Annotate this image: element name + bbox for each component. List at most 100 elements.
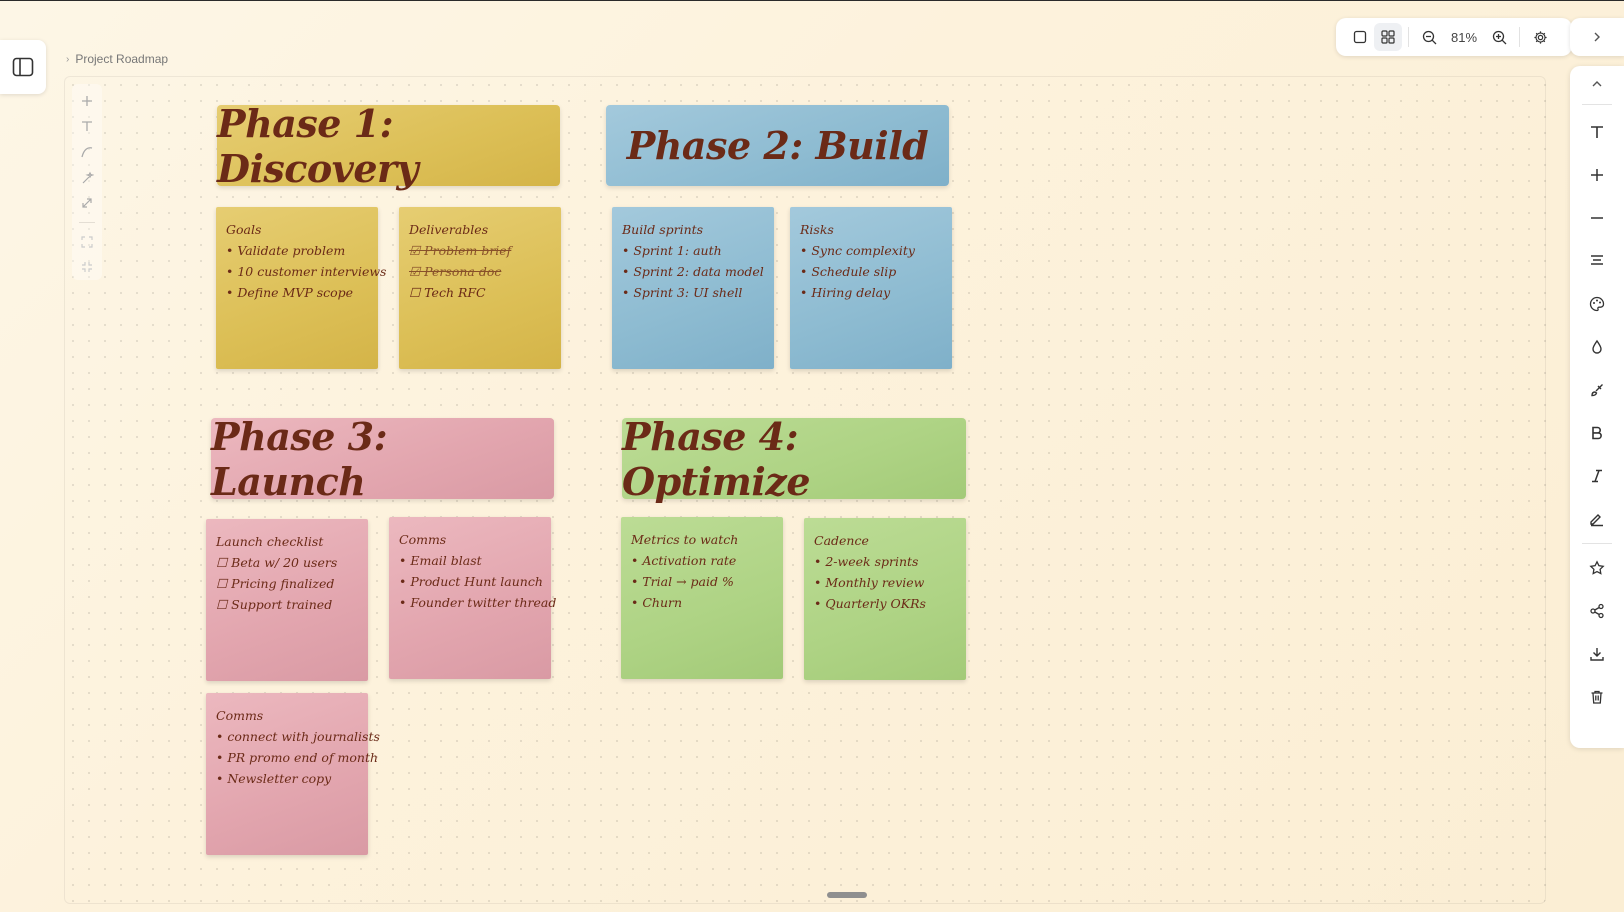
signature-button[interactable] bbox=[1579, 501, 1615, 537]
note-title: Launch checklist bbox=[216, 534, 324, 549]
phase1-header[interactable]: Phase 1: Discovery bbox=[217, 101, 560, 191]
magic-wand-icon[interactable] bbox=[76, 167, 98, 189]
note-item: • Product Hunt launch bbox=[399, 574, 543, 589]
settings-button[interactable] bbox=[1526, 23, 1554, 51]
trash-icon bbox=[1589, 689, 1605, 705]
phase3-title: Phase 3: Launch bbox=[211, 413, 388, 504]
fit-screen-icon[interactable] bbox=[76, 231, 98, 253]
breadcrumb[interactable]: › Project Roadmap bbox=[66, 52, 168, 66]
decrease-size-button[interactable] bbox=[1579, 200, 1615, 236]
phase2-header[interactable]: Phase 2: Build bbox=[606, 105, 949, 186]
toolbar-divider bbox=[1408, 27, 1409, 47]
note-item: • Sprint 1: auth bbox=[622, 243, 722, 258]
note-item: • Trial → paid % bbox=[631, 574, 734, 589]
favorite-button[interactable] bbox=[1579, 550, 1615, 586]
note-item: • Founder twitter thread bbox=[399, 595, 557, 610]
chevron-right-icon: › bbox=[66, 53, 70, 65]
breadcrumb-label: Project Roadmap bbox=[75, 52, 169, 66]
checklist-item[interactable]: ☐ Beta w/ 20 users bbox=[216, 552, 358, 573]
expand-icon[interactable] bbox=[76, 192, 98, 214]
note-title: Risks bbox=[800, 222, 834, 237]
brush-icon bbox=[1589, 382, 1605, 398]
download-button[interactable] bbox=[1579, 636, 1615, 672]
phase3-header[interactable]: Phase 3: Launch bbox=[211, 414, 554, 504]
sidebar-toggle-button[interactable] bbox=[0, 40, 46, 94]
star-icon bbox=[1589, 560, 1605, 576]
single-view-button[interactable] bbox=[1346, 23, 1374, 51]
plus-icon bbox=[1589, 167, 1605, 183]
goals-note[interactable]: Goals • Validate problem • 10 customer i… bbox=[216, 207, 387, 369]
risks-note[interactable]: Risks • Sync complexity • Schedule slip … bbox=[790, 207, 952, 369]
launch-checklist-note[interactable]: Launch checklist ☐ Beta w/ 20 users ☐ Pr… bbox=[206, 519, 368, 681]
note-item: • Monthly review bbox=[814, 575, 925, 590]
checklist-item[interactable]: ☐ Support trained bbox=[216, 594, 358, 615]
note-title: Cadence bbox=[814, 533, 869, 548]
pen-curve-icon[interactable] bbox=[76, 141, 98, 163]
window-top-border bbox=[0, 0, 1624, 1]
note-item: • Sprint 2: data model bbox=[622, 264, 764, 279]
zoom-in-icon bbox=[1492, 30, 1507, 45]
fill-button[interactable] bbox=[1579, 329, 1615, 365]
align-button[interactable] bbox=[1579, 243, 1615, 279]
note-title: Build sprints bbox=[622, 222, 704, 237]
deliverables-note[interactable]: Deliverables ☑ Problem brief ☑ Persona d… bbox=[399, 207, 561, 369]
note-item: • PR promo end of month bbox=[216, 750, 379, 765]
toolbar-divider bbox=[1582, 104, 1612, 105]
checklist-item-done[interactable]: ☑ Problem brief bbox=[409, 240, 551, 261]
note-item: • Hiring delay bbox=[800, 285, 891, 300]
square-icon bbox=[1353, 30, 1367, 44]
text-tool-button[interactable] bbox=[1579, 114, 1615, 150]
note-title: Comms bbox=[399, 532, 447, 547]
cadence-note[interactable]: Cadence • 2-week sprints • Monthly revie… bbox=[804, 518, 966, 680]
comms-note-2[interactable]: Comms • connect with journalists • PR pr… bbox=[206, 693, 380, 855]
italic-button[interactable] bbox=[1579, 458, 1615, 494]
download-icon bbox=[1589, 646, 1605, 662]
build-sprints-note[interactable]: Build sprints • Sprint 1: auth • Sprint … bbox=[612, 207, 774, 369]
share-icon bbox=[1589, 603, 1605, 619]
checklist-item-done[interactable]: ☑ Persona doc bbox=[409, 261, 551, 282]
share-button[interactable] bbox=[1579, 593, 1615, 629]
phase4-header[interactable]: Phase 4: Optimize bbox=[622, 414, 966, 504]
note-item: • Schedule slip bbox=[800, 264, 897, 279]
plus-icon[interactable] bbox=[76, 90, 98, 112]
zoom-level: 81% bbox=[1450, 29, 1478, 45]
grid-view-button[interactable] bbox=[1374, 23, 1402, 51]
brush-button[interactable] bbox=[1579, 372, 1615, 408]
tool-divider bbox=[79, 221, 95, 223]
metrics-note[interactable]: Metrics to watch • Activation rate • Tri… bbox=[621, 517, 783, 679]
view-toolbar: 81% bbox=[1336, 18, 1572, 56]
toolbar-divider bbox=[1582, 543, 1612, 544]
italic-icon bbox=[1589, 468, 1605, 484]
note-title: Comms bbox=[216, 708, 264, 723]
canvas-tool-palette bbox=[72, 84, 102, 280]
color-palette-button[interactable] bbox=[1579, 286, 1615, 322]
zoom-out-button[interactable] bbox=[1415, 23, 1443, 51]
bold-icon bbox=[1589, 425, 1605, 441]
bold-button[interactable] bbox=[1579, 415, 1615, 451]
note-item: • Newsletter copy bbox=[216, 771, 332, 786]
note-item: • 10 customer interviews bbox=[226, 264, 387, 279]
shrink-icon[interactable] bbox=[76, 256, 98, 278]
note-item: • 2-week sprints bbox=[814, 554, 919, 569]
checklist-item[interactable]: ☐ Tech RFC bbox=[409, 282, 551, 303]
note-title: Goals bbox=[226, 222, 262, 237]
comms-note[interactable]: Comms • Email blast • Product Hunt launc… bbox=[389, 517, 557, 679]
note-item: • Sprint 3: UI shell bbox=[622, 285, 743, 300]
expand-panel-button[interactable] bbox=[1570, 18, 1624, 56]
grid-icon bbox=[1381, 30, 1395, 44]
chevron-up-icon bbox=[1591, 79, 1603, 89]
note-item: • Churn bbox=[631, 595, 683, 610]
format-toolbar bbox=[1570, 66, 1624, 748]
increase-size-button[interactable] bbox=[1579, 157, 1615, 193]
zoom-in-button[interactable] bbox=[1485, 23, 1513, 51]
phase2-title: Phase 2: Build bbox=[626, 123, 929, 168]
zoom-out-icon bbox=[1422, 30, 1437, 45]
note-item: • Sync complexity bbox=[800, 243, 915, 258]
horizontal-scroll-handle[interactable] bbox=[827, 892, 867, 898]
signature-icon bbox=[1589, 511, 1605, 527]
text-icon[interactable] bbox=[76, 116, 98, 138]
note-item: • connect with journalists bbox=[216, 729, 380, 744]
delete-button[interactable] bbox=[1579, 679, 1615, 715]
checklist-item[interactable]: ☐ Pricing finalized bbox=[216, 573, 358, 594]
collapse-toolbar-button[interactable] bbox=[1579, 66, 1615, 102]
